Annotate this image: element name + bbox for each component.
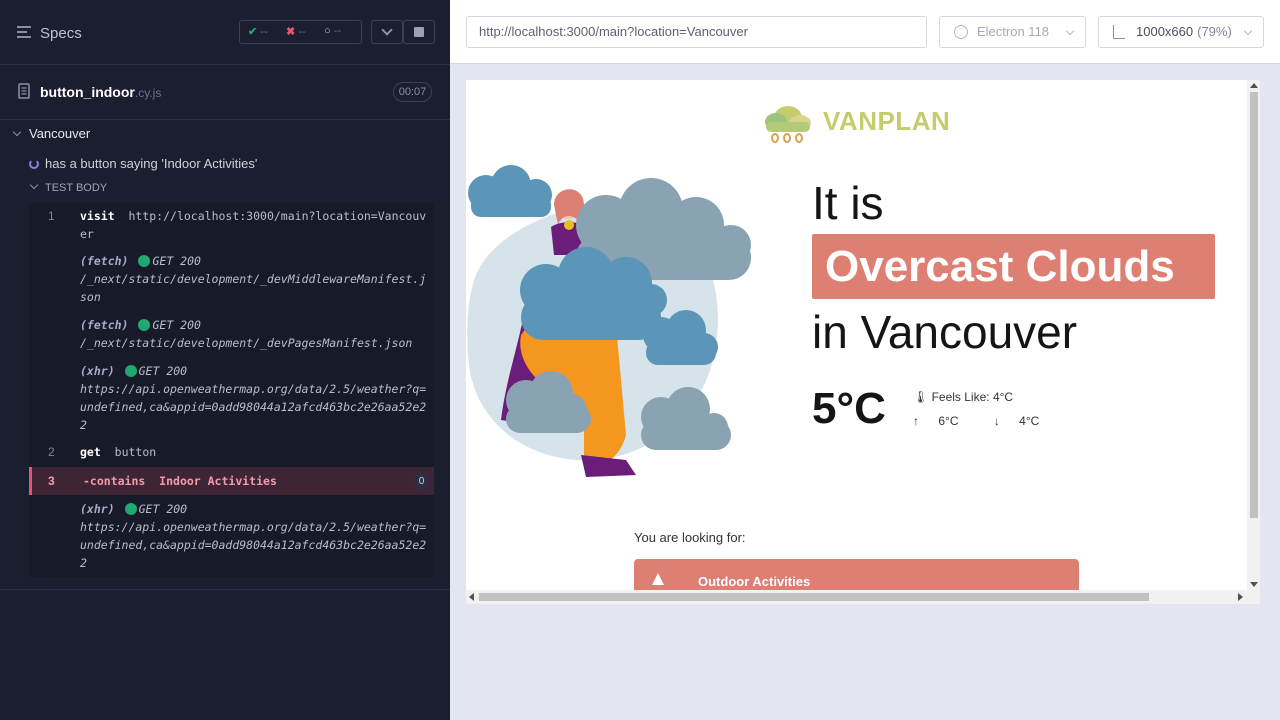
command-row[interactable]: 1 visit http://localhost:3000/main?locat…	[29, 207, 434, 247]
status-ok-icon	[124, 365, 137, 377]
command-log: 1 visit http://localhost:3000/main?locat…	[29, 203, 434, 577]
specs-list-icon[interactable]	[17, 26, 31, 38]
looking-for-label: You are looking for:	[634, 530, 746, 545]
hero-location: in Vancouver	[812, 306, 1078, 358]
suite-title[interactable]: Vancouver	[12, 126, 90, 141]
scroll-thumb[interactable]	[1250, 92, 1258, 518]
temperature: 5°C	[812, 384, 886, 433]
stop-button[interactable]	[403, 20, 435, 44]
reporter-panel: Specs ✔ -- ✖ -- ○ -- button_indoor.cy.js…	[0, 0, 450, 720]
feels-like: 🌡 Feels Like: 4°C	[913, 390, 1014, 404]
command-row[interactable]: 2 get button	[29, 443, 434, 465]
weather-condition: Overcast Clouds	[812, 234, 1215, 299]
scroll-down-icon[interactable]	[1250, 582, 1258, 587]
test-body-toggle[interactable]: TEST BODY	[29, 180, 107, 194]
passed-stat: ✔ --	[248, 26, 268, 38]
scroll-left-icon[interactable]	[469, 593, 474, 601]
url-bar[interactable]: http://localhost:3000/main?location=Vanc…	[466, 16, 927, 48]
vertical-scrollbar[interactable]	[1247, 80, 1260, 590]
cross-icon: ✖	[286, 26, 296, 38]
caret-down-icon	[12, 127, 22, 137]
browser-selector[interactable]: Electron 118	[939, 16, 1086, 48]
command-row[interactable]: (fetch) GET 200/_next/static/development/…	[29, 316, 434, 356]
weather-illustration	[467, 165, 751, 477]
divider	[0, 589, 450, 590]
specs-title[interactable]: Specs	[40, 25, 82, 42]
command-contains: -contains Indoor Activities	[83, 474, 277, 488]
electron-icon	[954, 25, 968, 39]
command-row-active[interactable]: 3 -contains Indoor Activities 0	[29, 467, 434, 495]
app-logo-text[interactable]: VANPLAN	[823, 106, 950, 137]
file-icon	[18, 83, 30, 99]
thermometer-icon: 🌡	[913, 390, 929, 404]
ruler-icon	[1113, 25, 1125, 39]
spec-duration: 00:07	[393, 82, 432, 102]
reporter-header: Specs ✔ -- ✖ -- ○ --	[0, 0, 450, 65]
command-visit: visit http://localhost:3000/main?locatio…	[80, 209, 427, 241]
command-fetch: (fetch) GET 200/_next/static/development/…	[80, 318, 413, 350]
max-temp: ↑ 6°C	[913, 414, 959, 428]
scroll-right-icon[interactable]	[1238, 593, 1243, 601]
spec-filename[interactable]: button_indoor.cy.js	[40, 84, 161, 100]
command-row[interactable]: (fetch) GET 200/_next/static/development/…	[29, 252, 434, 308]
aut-header: http://localhost:3000/main?location=Vanc…	[450, 0, 1280, 64]
status-ok-icon	[138, 255, 151, 267]
scroll-up-icon[interactable]	[1250, 83, 1258, 88]
min-max-temp: ↑ 6°C ↓ 4°C	[913, 414, 1071, 428]
horizontal-scrollbar[interactable]	[466, 590, 1260, 604]
hero-intro: It is	[812, 177, 884, 229]
command-get: get button	[80, 445, 157, 459]
failed-stat: ✖ --	[286, 26, 306, 38]
running-spinner-icon	[29, 159, 39, 169]
command-fetch: (fetch) GET 200/_next/static/development/…	[80, 254, 427, 304]
scroll-thumb[interactable]	[479, 593, 1149, 601]
status-ok-icon	[138, 319, 151, 331]
stop-icon	[414, 27, 424, 37]
tree-icon	[652, 573, 664, 585]
match-count-badge: 0	[415, 474, 428, 489]
caret-down-icon	[29, 180, 39, 190]
app-frame: VANPLAN It is Overcast Clouds in Vancouv…	[466, 80, 1260, 604]
check-icon: ✔	[248, 26, 258, 38]
pending-stat: ○ --	[324, 25, 342, 37]
min-temp: ↓ 4°C	[993, 414, 1040, 428]
test-title[interactable]: has a button saying 'Indoor Activities'	[29, 156, 257, 171]
command-xhr: (xhr) GET 200 https://api.openweathermap.o…	[80, 364, 427, 432]
command-row[interactable]: (xhr) GET 200 https://api.openweathermap.o…	[29, 362, 434, 438]
chevron-down-icon	[1065, 26, 1075, 36]
pending-icon: ○	[324, 25, 331, 37]
aut-panel: http://localhost:3000/main?location=Vanc…	[450, 0, 1280, 720]
test-stats: ✔ -- ✖ -- ○ --	[239, 20, 362, 44]
arrow-up-icon: ↑	[913, 414, 919, 428]
arrow-down-icon: ↓	[993, 414, 1000, 428]
chevron-down-icon	[381, 24, 393, 36]
viewport-selector[interactable]: 1000x660 (79%)	[1098, 16, 1264, 48]
status-ok-icon	[124, 503, 137, 515]
command-row[interactable]: (xhr) GET 200 https://api.openweathermap.o…	[29, 500, 434, 576]
cloud-rain-logo-icon	[765, 106, 811, 143]
command-xhr: (xhr) GET 200 https://api.openweathermap.o…	[80, 502, 427, 570]
collapse-all-button[interactable]	[371, 20, 403, 44]
chevron-down-icon	[1243, 26, 1253, 36]
